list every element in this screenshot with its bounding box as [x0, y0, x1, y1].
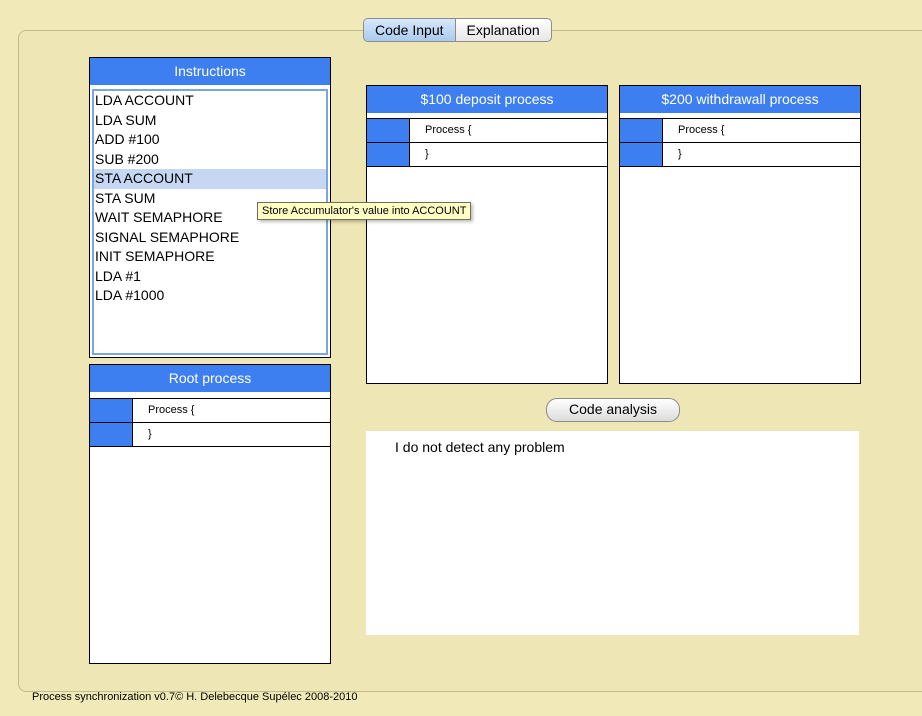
- instruction-item[interactable]: INIT SEMAPHORE: [94, 247, 326, 267]
- instruction-item-selected[interactable]: STA ACCOUNT: [94, 169, 326, 189]
- root-process-panel: Root process Process { }: [89, 364, 331, 664]
- tab-code-input[interactable]: Code Input: [364, 19, 456, 41]
- withdrawal-process-header: $200 withdrawall process: [620, 86, 860, 113]
- code-line[interactable]: }: [90, 422, 330, 447]
- code-line[interactable]: Process {: [90, 398, 330, 423]
- instruction-item[interactable]: LDA #1: [94, 267, 326, 287]
- code-line[interactable]: Process {: [620, 118, 860, 143]
- withdrawal-process-panel: $200 withdrawall process Process { }: [619, 85, 861, 384]
- line-gutter: [90, 399, 132, 422]
- code-line-text: Process {: [132, 399, 330, 422]
- root-process-header: Root process: [90, 365, 330, 392]
- footer-credits: Process synchronization v0.7© H. Delebec…: [32, 691, 358, 703]
- line-gutter: [620, 119, 662, 142]
- code-line[interactable]: }: [620, 142, 860, 167]
- instructions-list[interactable]: LDA ACCOUNT LDA SUM ADD #100 SUB #200 ST…: [92, 89, 328, 355]
- deposit-process-code[interactable]: Process { }: [367, 118, 607, 167]
- instruction-item[interactable]: LDA SUM: [94, 111, 326, 131]
- instruction-item[interactable]: SIGNAL SEMAPHORE: [94, 228, 326, 248]
- code-line[interactable]: }: [367, 142, 607, 167]
- instructions-header: Instructions: [90, 58, 330, 85]
- instruction-item[interactable]: ADD #100: [94, 130, 326, 150]
- code-line-text: Process {: [662, 119, 860, 142]
- instruction-tooltip: Store Accumulator's value into ACCOUNT: [257, 202, 472, 220]
- tab-explanation[interactable]: Explanation: [456, 19, 551, 41]
- code-analysis-button[interactable]: Code analysis: [546, 398, 680, 422]
- line-gutter: [620, 143, 662, 166]
- deposit-process-header: $100 deposit process: [367, 86, 607, 113]
- instruction-item[interactable]: SUB #200: [94, 150, 326, 170]
- code-line[interactable]: Process {: [367, 118, 607, 143]
- root-process-code[interactable]: Process { }: [90, 398, 330, 447]
- code-line-text: Process {: [409, 119, 607, 142]
- tab-bar: Code Input Explanation: [363, 18, 552, 42]
- instruction-item[interactable]: LDA ACCOUNT: [94, 91, 326, 111]
- withdrawal-process-code[interactable]: Process { }: [620, 118, 860, 167]
- analysis-result-area: I do not detect any problem: [366, 431, 859, 635]
- code-line-text: }: [409, 143, 607, 166]
- instruction-item[interactable]: LDA #1000: [94, 286, 326, 306]
- line-gutter: [367, 119, 409, 142]
- deposit-process-panel: $100 deposit process Process { }: [366, 85, 608, 384]
- code-line-text: }: [662, 143, 860, 166]
- line-gutter: [90, 423, 132, 446]
- analysis-result-text: I do not detect any problem: [395, 439, 565, 455]
- line-gutter: [367, 143, 409, 166]
- code-line-text: }: [132, 423, 330, 446]
